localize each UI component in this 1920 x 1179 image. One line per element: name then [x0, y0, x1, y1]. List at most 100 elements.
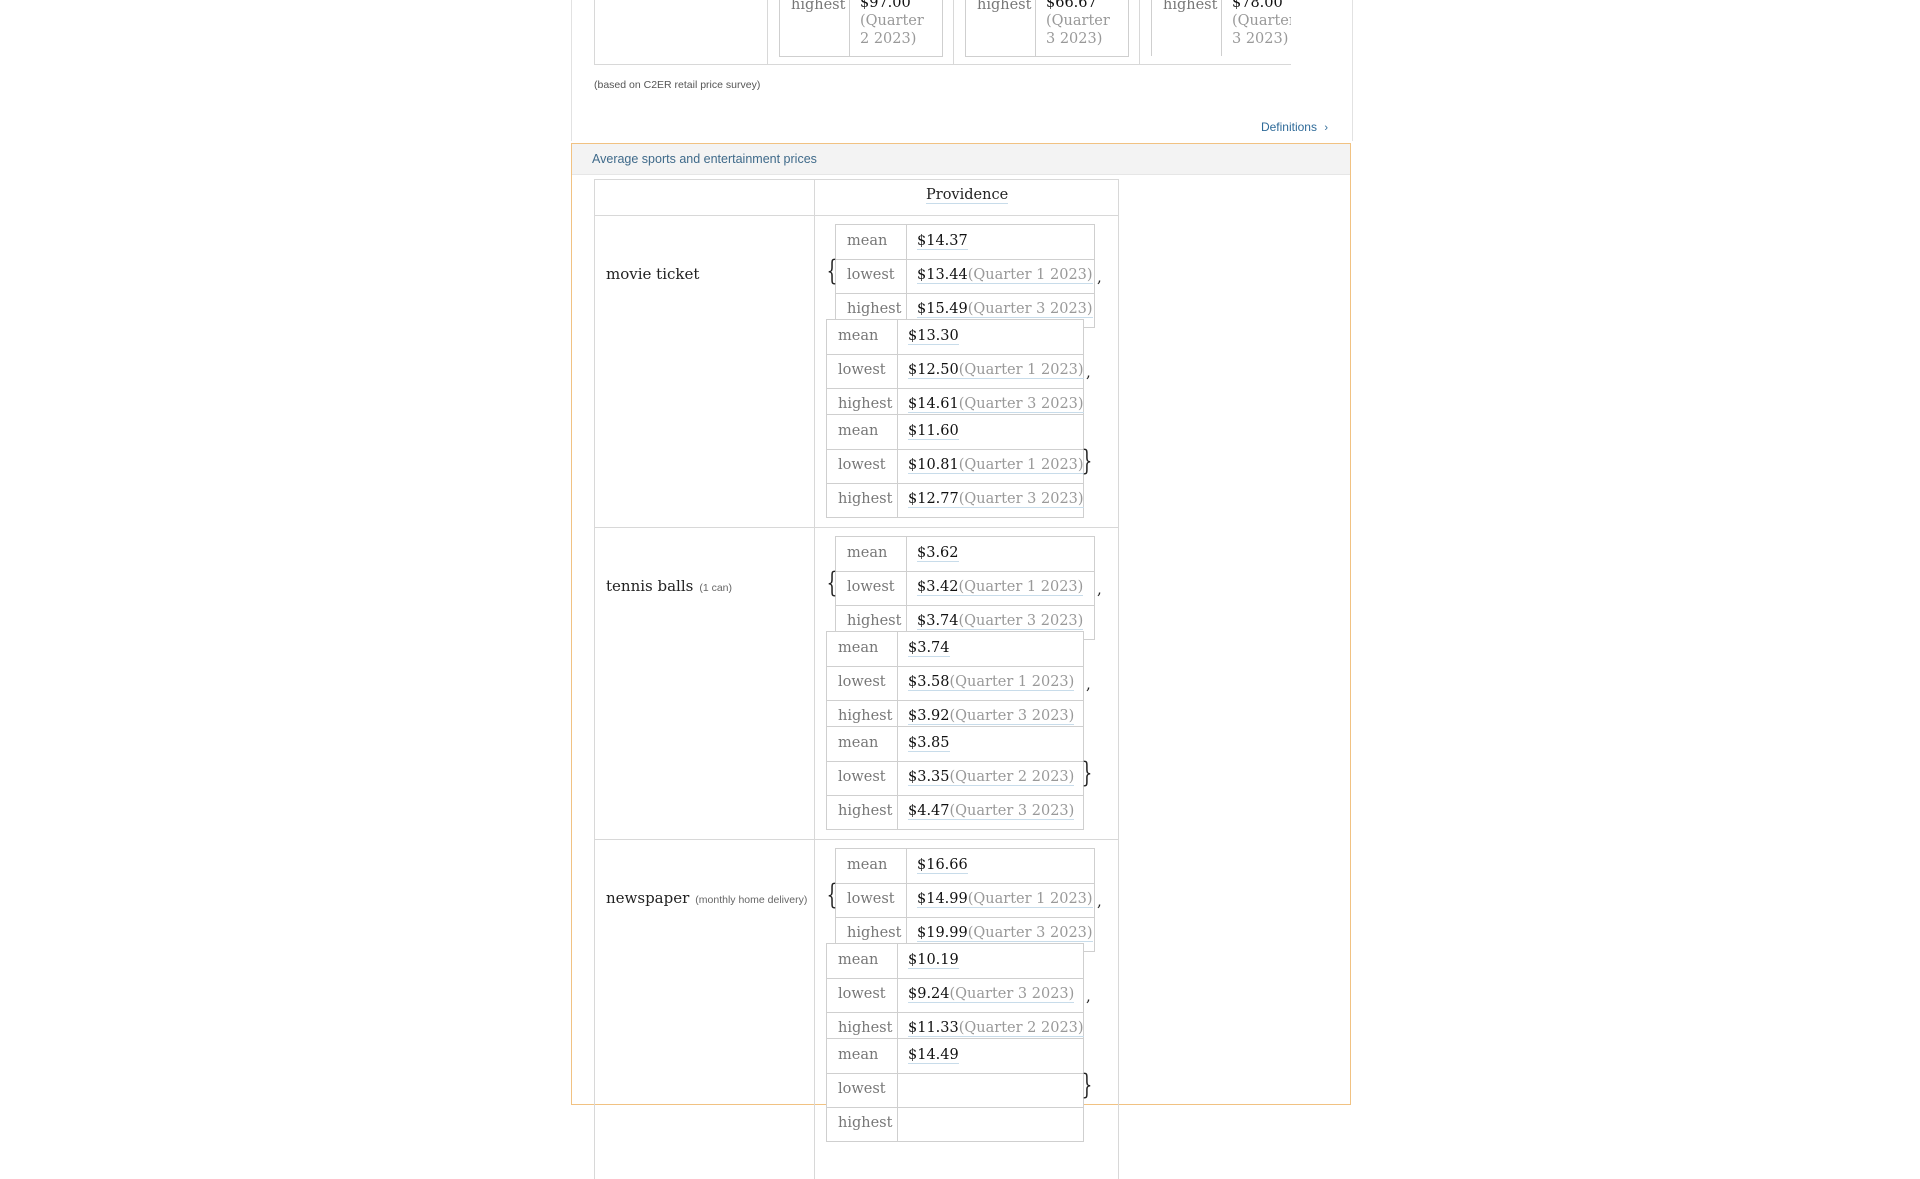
stat-label: mean [838, 423, 879, 439]
stat-divider [827, 354, 1083, 355]
stat-label: mean [838, 640, 879, 656]
stat-divider [827, 666, 1083, 667]
stat-label: mean [838, 735, 879, 751]
separator: , [1097, 892, 1102, 910]
stat-divider [827, 978, 1083, 979]
chevron-right-icon: › [1324, 122, 1328, 134]
quarter-label: (Quarter 1 2023) [958, 579, 1084, 596]
stat-value: $10.81(Quarter 1 2023) [908, 457, 1084, 474]
price-value: $11.60 [908, 423, 959, 440]
stat-divider [827, 483, 1083, 484]
quarter-label: (Quarter 1 2023) [967, 267, 1093, 284]
price-value: $3.85 [908, 735, 950, 752]
close-brace: } [1081, 444, 1093, 477]
sports-entertainment-pod: Average sports and entertainment prices … [571, 143, 1351, 1179]
stat-divider [897, 320, 898, 422]
stat-label: highest [838, 396, 893, 412]
stat-divider [836, 571, 1094, 572]
stat-divider [836, 605, 1094, 606]
stat-label: highest [838, 1020, 893, 1036]
stat-value: $14.37 [917, 233, 968, 250]
table-border-top [594, 179, 1118, 180]
stat-group: mean $14.37 lowest $13.44(Quarter 1 2023) hi… [835, 224, 1095, 328]
price-value: $14.37 [917, 233, 968, 250]
column-header: Providence [926, 187, 1009, 204]
stat-value: $19.99(Quarter 3 2023) [917, 925, 1093, 942]
stat-divider [836, 293, 1094, 294]
stat-value: $3.62 [917, 545, 959, 562]
price-value: $3.74 [917, 613, 959, 630]
stat-value: $3.35(Quarter 2 2023) [908, 769, 1075, 786]
price-value: $3.58 [908, 674, 950, 691]
stat-value: $11.33(Quarter 2 2023) [908, 1020, 1084, 1037]
price-value: $16.66 [917, 857, 968, 874]
table-border-left [594, 0, 595, 64]
stat-label: highest [838, 1115, 893, 1131]
price-value: $9.24 [908, 986, 950, 1003]
stat-label: highest [847, 613, 902, 629]
stat-value: $15.49(Quarter 3 2023) [917, 301, 1093, 318]
price-value: $10.19 [908, 952, 959, 969]
stat-label: lowest [838, 986, 886, 1002]
row-divider [594, 839, 1118, 840]
stat-divider [827, 1107, 1083, 1108]
stat-value: $3.92(Quarter 3 2023) [908, 708, 1075, 725]
table-divider [953, 0, 954, 64]
stat-value: $3.85 [908, 735, 950, 752]
quarter-label: (Quarter 1 2023) [949, 674, 1075, 691]
row-divider [594, 527, 1118, 528]
price-value: $14.61 [908, 396, 959, 413]
price-value: $19.99 [917, 925, 968, 942]
table-border-bottom [594, 64, 1291, 65]
stat-label: mean [847, 857, 888, 873]
stat-group: mean $3.62 lowest $3.42(Quarter 1 2023) high… [835, 536, 1095, 640]
stat-divider [827, 1012, 1083, 1013]
stat-group: mean $14.49 lowest highest [826, 1038, 1084, 1142]
quarter-label: (Quarter 3 2023) [949, 986, 1075, 1003]
stat-label: mean [838, 328, 879, 344]
price-value: $3.74 [908, 640, 950, 657]
stat-label: lowest [838, 1081, 886, 1097]
stat-label: lowest [847, 891, 895, 907]
price-value: $3.42 [917, 579, 959, 596]
price-value: $13.30 [908, 328, 959, 345]
stat-value: $12.50(Quarter 1 2023) [908, 362, 1084, 379]
previous-pod-card: highest $97.00 (Quarter 2 2023) highest … [571, 0, 1353, 141]
stat-value: $3.74(Quarter 3 2023) [917, 613, 1084, 630]
stat-group: mean $16.66 lowest $14.99(Quarter 1 2023) hi… [835, 848, 1095, 952]
stat-group: mean $13.30 lowest $12.50(Quarter 1 2023) hi… [826, 319, 1084, 423]
stat-label: lowest [838, 769, 886, 785]
stat-value: $16.66 [917, 857, 968, 874]
price-value: $3.92 [908, 708, 950, 725]
stat-value: $11.60 [908, 423, 959, 440]
quarter-label: (Quarter 2 2023) [958, 1020, 1084, 1037]
definitions-label: Definitions [1260, 120, 1317, 134]
header-border [594, 215, 1118, 216]
separator: , [1086, 987, 1091, 1005]
table-border-left [594, 179, 595, 1179]
stat-value: $3.74 [908, 640, 950, 657]
row-label: movie ticket [606, 265, 699, 283]
stat-divider [906, 537, 907, 639]
stat-value: $9.24(Quarter 3 2023) [908, 986, 1075, 1003]
price-value: $3.62 [917, 545, 959, 562]
stat-group: mean $10.19 lowest $9.24(Quarter 3 2023) hig… [826, 943, 1084, 1047]
definitions-link[interactable]: Definitions › [1261, 120, 1328, 134]
price-value: $14.99 [917, 891, 968, 908]
quarter-label: (Quarter 2 2023) [949, 769, 1075, 786]
row-label-note: (1 can) [699, 582, 733, 594]
quarter-label: (Quarter 3 2023) [958, 613, 1084, 630]
stat-label: highest [838, 803, 893, 819]
quarter-label: (Quarter 3 2023) [949, 708, 1075, 725]
close-brace: } [1081, 1068, 1093, 1101]
table-divider [814, 179, 815, 1179]
stat-divider [897, 727, 898, 829]
table-divider [767, 0, 768, 64]
price-value: $11.33 [908, 1020, 959, 1037]
stat-divider [827, 761, 1083, 762]
stat-group: mean $3.85 lowest $3.35(Quarter 2 2023) high… [826, 726, 1084, 830]
stat-label: lowest [838, 362, 886, 378]
quarter-label: (Quarter 3 2023) [949, 803, 1075, 820]
table-border-right [1118, 179, 1119, 1179]
row-label: newspaper (monthly home delivery) [606, 889, 807, 907]
